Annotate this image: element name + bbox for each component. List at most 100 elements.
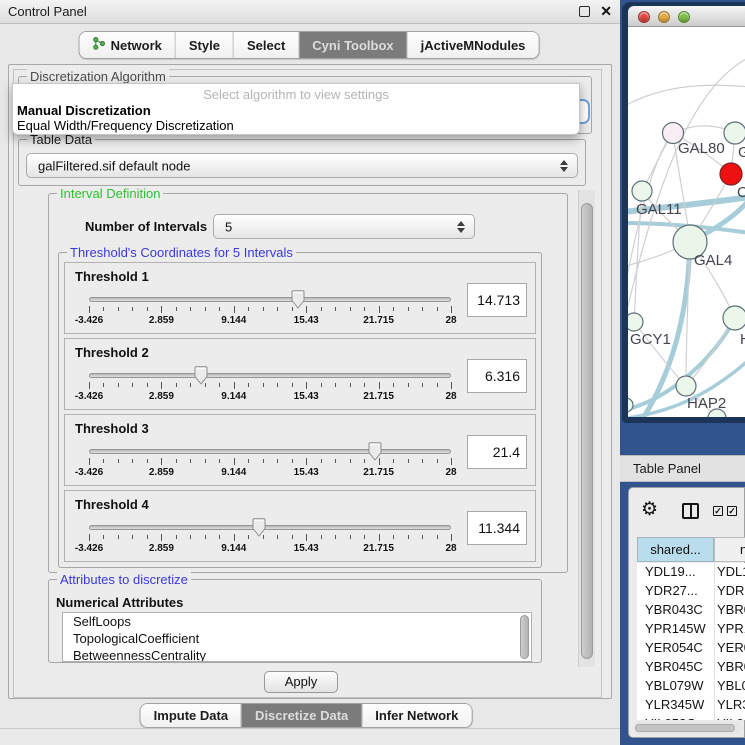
- tick-mark: [437, 383, 438, 387]
- cell-name: YBL0: [717, 678, 745, 693]
- tick-mark: [321, 307, 322, 311]
- panel-scrollbar-thumb[interactable]: [581, 203, 593, 659]
- node-label: H: [740, 331, 745, 348]
- tick-mark: [277, 535, 278, 539]
- tab-cyni-toolbox[interactable]: Cyni Toolbox: [298, 32, 406, 58]
- panel-scrollbar[interactable]: [578, 190, 595, 667]
- tick-mark: [408, 459, 409, 463]
- threshold-value-box[interactable]: 14.713: [467, 283, 527, 317]
- threshold-slider[interactable]: -3.4262.8599.14415.4321.71528: [89, 289, 451, 331]
- table-body[interactable]: YDL19...YDL1YDR27...YDR2YBR043CYBR0YPR14…: [637, 563, 745, 720]
- float-window-icon[interactable]: [579, 6, 590, 17]
- tick-label: 15.43: [294, 315, 319, 326]
- tab-jactivemnodules[interactable]: jActiveMNodules: [407, 32, 539, 58]
- tick-mark: [408, 307, 409, 311]
- slider-track[interactable]: [89, 449, 451, 454]
- tick-mark: [422, 459, 423, 463]
- tick-mark: [118, 307, 119, 311]
- network-view-canvas[interactable]: GAL80GACGAL11GAL4GCY1HHAP2: [628, 27, 745, 417]
- network-node-gal11[interactable]: [632, 181, 652, 201]
- minimize-traffic-light[interactable]: [658, 11, 670, 23]
- tab-infer-network[interactable]: Infer Network: [361, 704, 471, 727]
- node-label: GCY1: [630, 331, 671, 348]
- tick-mark: [277, 459, 278, 463]
- table-row[interactable]: YBR045CYBR0: [637, 658, 745, 677]
- tick-label: 2.859: [149, 315, 174, 326]
- tick-mark: [422, 307, 423, 311]
- table-hscrollbar[interactable]: [633, 722, 742, 734]
- table-row[interactable]: YDR27...YDR2: [637, 582, 745, 601]
- number-of-intervals-combo[interactable]: 5: [213, 214, 475, 239]
- table-row[interactable]: YBL079WYBL0: [637, 677, 745, 696]
- close-icon[interactable]: ✕: [600, 3, 612, 20]
- threshold-panel-2: Threshold 2-3.4262.8599.14415.4321.71528…: [64, 338, 536, 410]
- table-row[interactable]: YLR345WYLR3: [637, 696, 745, 715]
- tab-network[interactable]: Network: [80, 32, 175, 58]
- tick-mark: [321, 459, 322, 463]
- slider-tick-labels: -3.4262.8599.14415.4321.71528: [89, 391, 451, 403]
- slider-thumb[interactable]: [251, 518, 267, 538]
- column-header-1[interactable]: shared...: [637, 537, 714, 562]
- close-traffic-light[interactable]: [638, 11, 650, 23]
- threshold-panel-3: Threshold 3-3.4262.8599.14415.4321.71528…: [64, 414, 536, 486]
- table-row[interactable]: YBR043CYBR0: [637, 601, 745, 620]
- cell-shared-name: YBR043C: [645, 602, 703, 617]
- table-row[interactable]: YER054CYER0: [637, 639, 745, 658]
- popup-option-manual[interactable]: Manual Discretization: [17, 103, 151, 118]
- tab-style[interactable]: Style: [175, 32, 233, 58]
- list-item[interactable]: TopologicalCoefficient: [63, 630, 531, 647]
- gear-icon[interactable]: ⚙: [641, 500, 658, 519]
- threshold-panel-1: Threshold 1-3.4262.8599.14415.4321.71528…: [64, 262, 536, 334]
- network-node-ga[interactable]: [724, 122, 745, 144]
- zoom-traffic-light[interactable]: [678, 11, 690, 23]
- slider-thumb[interactable]: [367, 442, 383, 462]
- network-node-hap2[interactable]: [676, 376, 696, 396]
- apply-button[interactable]: Apply: [264, 671, 338, 693]
- list-scrollbar[interactable]: [520, 615, 529, 659]
- network-node[interactable]: [628, 398, 633, 412]
- tick-mark: [176, 307, 177, 311]
- tab-select[interactable]: Select: [233, 32, 298, 58]
- tick-label: -3.426: [75, 543, 103, 554]
- column-header-2[interactable]: na: [714, 537, 745, 562]
- threshold-value-box[interactable]: 21.4: [467, 435, 527, 469]
- tick-mark: [234, 382, 235, 389]
- columns-icon[interactable]: [682, 503, 699, 519]
- numerical-attributes-list[interactable]: SelfLoopsTopologicalCoefficientBetweenne…: [62, 612, 532, 662]
- table-data-combo[interactable]: galFiltered.sif default node: [26, 153, 578, 178]
- threshold-value-box[interactable]: 11.344: [467, 511, 527, 545]
- threshold-slider[interactable]: -3.4262.8599.14415.4321.71528: [89, 365, 451, 407]
- popup-option-equal-width[interactable]: Equal Width/Frequency Discretization: [17, 118, 234, 133]
- checkbox-all-icon[interactable]: ✓: [713, 506, 723, 516]
- tick-mark: [118, 459, 119, 463]
- list-item[interactable]: SelfLoops: [63, 613, 531, 630]
- checkbox-none-icon[interactable]: ✓: [727, 506, 737, 516]
- network-node-gcy1[interactable]: [628, 313, 643, 331]
- threshold-slider[interactable]: -3.4262.8599.14415.4321.71528: [89, 441, 451, 483]
- tick-mark: [451, 458, 452, 465]
- threshold-value-box[interactable]: 6.316: [467, 359, 527, 393]
- network-node-c[interactable]: [720, 163, 742, 185]
- table-row[interactable]: YPR145WYPR1: [637, 620, 745, 639]
- cell-name: YPR1: [717, 621, 745, 636]
- tick-mark: [176, 383, 177, 387]
- table-row[interactable]: YDL19...YDL1: [637, 563, 745, 582]
- table-row[interactable]: YIL052CYIL0: [637, 715, 745, 720]
- table-panel-window: ⚙ ✓ ✓ shared...na YDL19...YDL1YDR27...YD…: [628, 487, 745, 738]
- tab-discretize-data[interactable]: Discretize Data: [241, 704, 361, 727]
- slider-track[interactable]: [89, 373, 451, 378]
- control-panel-window: Control Panel ✕ NetworkStyleSelectCyni T…: [0, 0, 620, 745]
- tick-label: -3.426: [75, 391, 103, 402]
- threshold-slider[interactable]: -3.4262.8599.14415.4321.71528: [89, 517, 451, 559]
- slider-track[interactable]: [89, 525, 451, 530]
- network-node-h[interactable]: [723, 306, 745, 330]
- node-label: C: [737, 184, 745, 201]
- table-hscrollbar-thumb[interactable]: [635, 724, 735, 732]
- slider-thumb[interactable]: [290, 290, 306, 310]
- slider-thumb[interactable]: [193, 366, 209, 386]
- tick-mark: [350, 307, 351, 311]
- tab-impute-data[interactable]: Impute Data: [141, 704, 241, 727]
- tick-mark: [306, 534, 307, 541]
- list-item[interactable]: BetweennessCentrality: [63, 647, 531, 662]
- slider-track[interactable]: [89, 297, 451, 302]
